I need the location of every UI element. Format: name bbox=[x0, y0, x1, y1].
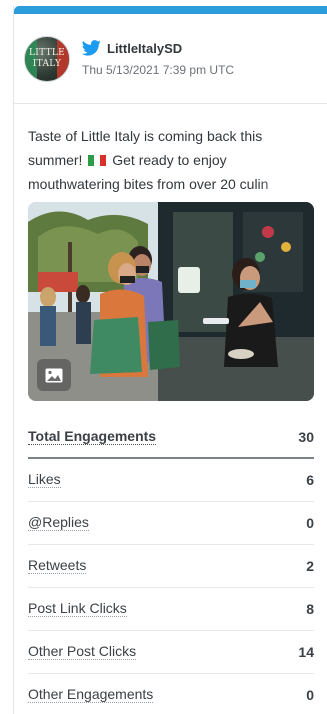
post-text-line2-before: summer! bbox=[28, 152, 83, 168]
stat-label-total-engagements[interactable]: Total Engagements bbox=[28, 429, 157, 445]
post-timestamp: Thu 5/13/2021 7:39 pm UTC bbox=[82, 63, 235, 77]
stat-row-other-post-clicks: Other Post Clicks 14 bbox=[28, 631, 314, 674]
accent-bar bbox=[14, 6, 327, 14]
post-text: Taste of Little Italy is coming back thi… bbox=[14, 104, 327, 206]
post-text-line2-after: Get ready to enjoy bbox=[112, 152, 227, 168]
handle-row: LittleItalySD bbox=[82, 40, 234, 56]
italy-flag-icon bbox=[88, 149, 107, 166]
image-glyph-icon bbox=[45, 368, 63, 382]
stat-row-likes: Likes 6 bbox=[28, 459, 314, 502]
stat-value-replies: 0 bbox=[306, 515, 314, 531]
post-card: LITTLE ITALY LittleItalySD Thu 5/13/2021… bbox=[13, 6, 327, 714]
stat-row-post-link-clicks: Post Link Clicks 8 bbox=[28, 588, 314, 631]
stat-value-total-engagements: 30 bbox=[298, 429, 314, 445]
post-text-line1: Taste of Little Italy is coming back thi… bbox=[28, 128, 263, 144]
text-fade bbox=[257, 166, 327, 190]
stat-label-other-post-clicks[interactable]: Other Post Clicks bbox=[28, 644, 137, 660]
account-handle[interactable]: LittleItalySD bbox=[107, 41, 182, 56]
stat-row-other-engagements: Other Engagements 0 bbox=[28, 674, 314, 714]
stat-value-other-post-clicks: 14 bbox=[298, 644, 314, 660]
post-header: LITTLE ITALY LittleItalySD Thu 5/13/2021… bbox=[14, 14, 327, 104]
account-meta: LittleItalySD Thu 5/13/2021 7:39 pm UTC bbox=[82, 40, 234, 77]
stat-row-retweets: Retweets 2 bbox=[28, 545, 314, 588]
stat-label-likes[interactable]: Likes bbox=[28, 472, 61, 488]
avatar-logo-line2: ITALY bbox=[32, 58, 62, 69]
image-icon[interactable] bbox=[37, 359, 71, 391]
twitter-bird-icon bbox=[82, 40, 101, 56]
stat-row-total-engagements: Total Engagements 30 bbox=[28, 417, 314, 459]
stat-label-retweets[interactable]: Retweets bbox=[28, 558, 87, 574]
engagement-stats: Total Engagements 30 Likes 6 @Replies 0 … bbox=[28, 417, 314, 714]
avatar-logo-text: LITTLE ITALY bbox=[25, 48, 69, 70]
stat-row-replies: @Replies 0 bbox=[28, 502, 314, 545]
stat-value-retweets: 2 bbox=[306, 558, 314, 574]
stat-label-replies[interactable]: @Replies bbox=[28, 515, 89, 531]
avatar-logo-line1: LITTLE bbox=[28, 47, 66, 58]
avatar[interactable]: LITTLE ITALY bbox=[24, 35, 70, 82]
stat-value-other-engagements: 0 bbox=[306, 687, 314, 703]
stat-value-post-link-clicks: 8 bbox=[306, 601, 314, 617]
stat-value-likes: 6 bbox=[306, 472, 314, 488]
post-photo[interactable] bbox=[28, 202, 314, 401]
stat-label-post-link-clicks[interactable]: Post Link Clicks bbox=[28, 601, 127, 617]
stat-label-other-engagements[interactable]: Other Engagements bbox=[28, 687, 154, 703]
